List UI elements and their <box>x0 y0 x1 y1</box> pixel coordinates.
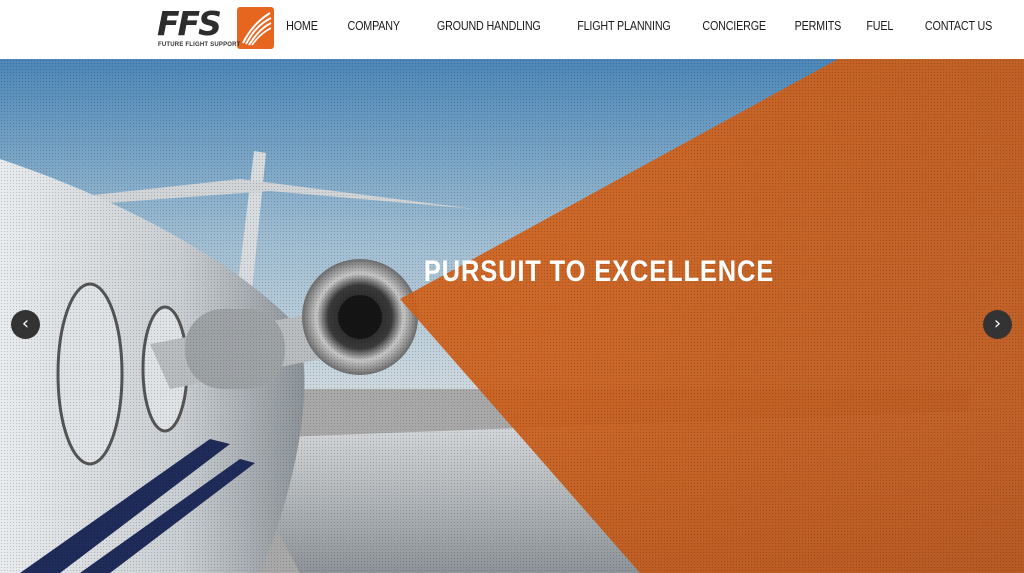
private-jet-engine-photo <box>0 59 1024 573</box>
nav-home[interactable]: HOME <box>286 19 318 33</box>
nav-flight-planning[interactable]: FLIGHT PLANNING <box>577 19 671 33</box>
nav-company[interactable]: COMPANY <box>347 19 400 33</box>
main-nav: HOME COMPANY GROUND HANDLING FLIGHT PLAN… <box>260 0 992 52</box>
nav-fuel[interactable]: FUEL <box>866 19 893 33</box>
logo-tagline: FUTURE FLIGHT SUPPORT <box>158 42 241 48</box>
slider-next-button[interactable]: › <box>983 310 1012 339</box>
nav-permits[interactable]: PERMITS <box>794 19 841 33</box>
logo-letters: FFS <box>157 4 222 43</box>
chevron-left-icon: ‹ <box>21 313 30 334</box>
nav-ground-handling[interactable]: GROUND HANDLING <box>437 19 541 33</box>
nav-concierge[interactable]: CONCIERGE <box>702 19 766 33</box>
nav-contact-us[interactable]: CONTACT US <box>925 19 992 33</box>
hero-slider: PURSUIT TO EXCELLENCE ‹ › <box>0 59 1024 573</box>
chevron-right-icon: › <box>993 313 1002 334</box>
site-header: FFS FUTURE FLIGHT SUPPORT HOME COMPANY G… <box>0 0 1024 59</box>
slider-prev-button[interactable]: ‹ <box>11 310 40 339</box>
hero-title: PURSUIT TO EXCELLENCE <box>423 255 775 288</box>
